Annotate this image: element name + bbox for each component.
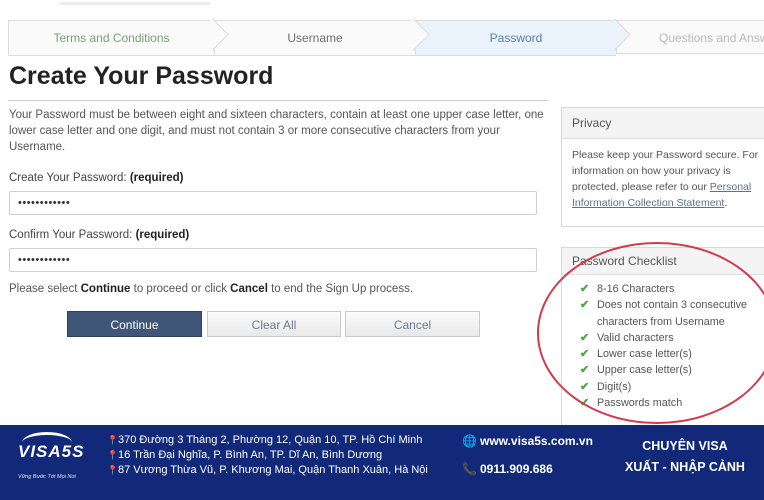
step-terms-label: Terms and Conditions <box>53 31 170 45</box>
privacy-panel: Privacy Please keep your Password secure… <box>561 107 764 227</box>
logo-wordmark: VISA5S <box>18 442 85 461</box>
address-text: 370 Đường 3 Tháng 2, Phường 12, Quận 10,… <box>118 434 423 446</box>
step-username[interactable]: Username <box>214 18 430 56</box>
confirm-password-label: Confirm Your Password: (required) <box>9 229 189 241</box>
step-terms[interactable]: Terms and Conditions <box>8 18 229 56</box>
required-tag: (required) <box>129 172 184 184</box>
confirm-password-input[interactable]: •••••••••••• <box>9 248 537 272</box>
address-line: 📍16 Trần Đại Nghĩa, P. Bình An, TP. Dĩ A… <box>107 448 428 463</box>
phone-text[interactable]: 0911.909.686 <box>480 462 553 476</box>
phone-row: 📞 0911.909.686 <box>462 461 593 483</box>
logo-tagline: Vững Bước Tới Mọi Nơi <box>18 474 76 480</box>
password-rules-text: Your Password must be between eight and … <box>9 109 544 153</box>
step-password-label: Password <box>489 31 543 45</box>
address-text: 16 Trần Đại Nghĩa, P. Bình An, TP. Dĩ An… <box>118 449 383 461</box>
privacy-end: . <box>724 197 728 209</box>
address-line: 📍370 Đường 3 Tháng 2, Phường 12, Quận 10… <box>107 433 428 448</box>
step-questions[interactable]: Questions and Answers <box>616 20 764 54</box>
visa5s-footer-banner: VISA5S Vững Bước Tới Mọi Nơi 📍370 Đường … <box>0 425 764 500</box>
password-input[interactable]: •••••••••••• <box>9 191 537 215</box>
visa5s-logo: VISA5S Vững Bước Tới Mọi Nơi <box>18 432 96 492</box>
slogan-line-2: XUẤT - NHẬP CẢNH <box>625 460 745 474</box>
page-title: Create Your Password <box>9 62 274 90</box>
password-label-text: Create Your Password: <box>9 172 127 184</box>
privacy-text: Please keep your Password secure. For in… <box>562 139 764 219</box>
note-middle: to proceed or click <box>133 283 227 295</box>
slogan: CHUYÊN VISA XUẤT - NHẬP CẢNH <box>610 436 760 478</box>
highlight-oval-annotation <box>537 242 764 424</box>
note-prefix: Please select <box>9 283 78 295</box>
location-pin-icon: 📍 <box>107 450 119 460</box>
globe-icon: 🌐 <box>462 434 477 448</box>
address-text: 87 Vương Thừa Vũ, P. Khương Mai, Quận Th… <box>118 464 428 476</box>
password-label: Create Your Password: (required) <box>9 172 184 184</box>
confirm-label-text: Confirm Your Password: <box>9 229 133 241</box>
signup-stepper: Terms and Conditions Username Password Q… <box>8 18 764 56</box>
address-line: 📍87 Vương Thừa Vũ, P. Khương Mai, Quận T… <box>107 463 428 478</box>
required-tag: (required) <box>135 229 190 241</box>
title-divider <box>8 100 548 101</box>
contact-info: 🌐 www.visa5s.com.vn 📞 0911.909.686 <box>462 433 593 483</box>
note-suffix: to end the Sign Up process. <box>271 283 414 295</box>
website-row: 🌐 www.visa5s.com.vn <box>462 433 593 455</box>
clear-all-button[interactable]: Clear All <box>207 311 341 337</box>
continue-button[interactable]: Continue <box>67 311 202 337</box>
step-password[interactable]: Password <box>415 18 631 56</box>
signup-instruction: Please select Continue to proceed or cli… <box>9 283 413 295</box>
cancel-button[interactable]: Cancel <box>345 311 480 337</box>
step-questions-label: Questions and Answers <box>659 31 764 45</box>
address-list: 📍370 Đường 3 Tháng 2, Phường 12, Quận 10… <box>107 433 428 478</box>
top-bar <box>0 0 764 10</box>
website-text[interactable]: www.visa5s.com.vn <box>480 434 593 448</box>
note-continue: Continue <box>80 283 131 295</box>
location-pin-icon: 📍 <box>107 465 119 475</box>
slogan-line-1: CHUYÊN VISA <box>642 439 728 453</box>
step-username-label: Username <box>287 31 343 45</box>
location-pin-icon: 📍 <box>107 435 119 445</box>
privacy-title: Privacy <box>562 108 764 139</box>
signup-page: Terms and Conditions Username Password Q… <box>0 0 764 425</box>
note-cancel: Cancel <box>230 283 268 295</box>
top-bar-line <box>60 2 210 5</box>
phone-icon: 📞 <box>462 462 477 476</box>
